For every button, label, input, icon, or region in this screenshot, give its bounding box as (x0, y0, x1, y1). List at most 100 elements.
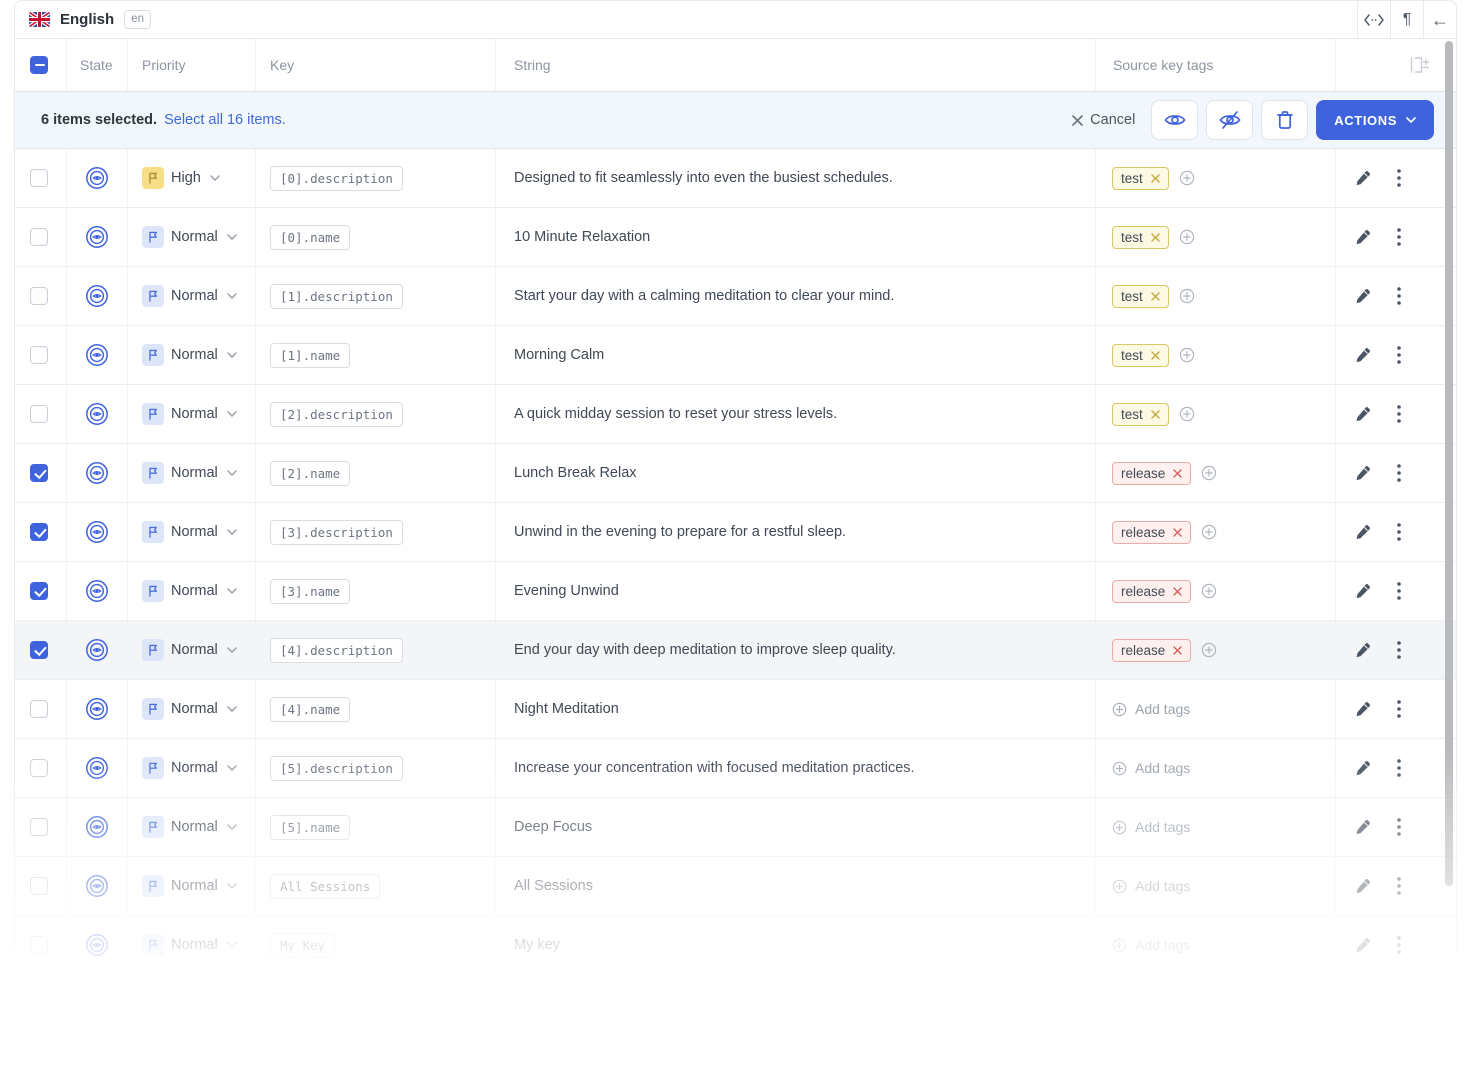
row-checkbox[interactable] (30, 405, 48, 423)
hide-selected-button[interactable] (1206, 100, 1253, 140)
column-header-state[interactable]: State (67, 39, 128, 91)
select-all-checkbox[interactable] (30, 56, 48, 74)
row-checkbox[interactable] (30, 464, 48, 482)
more-menu-icon[interactable] (1397, 759, 1401, 777)
tag-badge[interactable]: release (1112, 462, 1191, 485)
column-header-string[interactable]: String (496, 39, 1096, 91)
more-menu-icon[interactable] (1397, 287, 1401, 305)
tag-badge[interactable]: release (1112, 639, 1191, 662)
tag-badge[interactable]: test (1112, 285, 1169, 308)
pilcrow-icon[interactable]: ¶ (1390, 1, 1423, 38)
state-visible-icon[interactable] (84, 342, 110, 368)
key-badge[interactable]: [5].name (270, 815, 350, 840)
priority-label[interactable]: Normal (171, 347, 218, 363)
key-badge[interactable]: [3].description (270, 520, 403, 545)
edit-icon[interactable] (1354, 700, 1372, 718)
edit-icon[interactable] (1354, 523, 1372, 541)
more-menu-icon[interactable] (1397, 818, 1401, 836)
state-visible-icon[interactable] (84, 519, 110, 545)
remove-tag-icon[interactable] (1173, 528, 1182, 537)
column-header-key[interactable]: Key (256, 39, 496, 91)
row-checkbox[interactable] (30, 936, 48, 954)
tag-badge[interactable]: release (1112, 521, 1191, 544)
more-menu-icon[interactable] (1397, 582, 1401, 600)
edit-icon[interactable] (1354, 818, 1372, 836)
more-menu-icon[interactable] (1397, 228, 1401, 246)
key-badge[interactable]: [1].description (270, 284, 403, 309)
priority-label[interactable]: Normal (171, 524, 218, 540)
more-menu-icon[interactable] (1397, 346, 1401, 364)
more-menu-icon[interactable] (1397, 700, 1401, 718)
column-header-source-key-tags[interactable]: Source key tags (1096, 39, 1336, 91)
add-tag-icon[interactable] (1179, 170, 1195, 186)
key-badge[interactable]: [4].description (270, 638, 403, 663)
select-all-link[interactable]: Select all 16 items. (164, 112, 286, 128)
priority-label[interactable]: Normal (171, 937, 218, 953)
string-value[interactable]: Lunch Break Relax (514, 465, 637, 481)
inline-code-icon[interactable] (1357, 1, 1390, 38)
remove-tag-icon[interactable] (1173, 587, 1182, 596)
cancel-selection-button[interactable]: Cancel (1072, 112, 1135, 128)
string-value[interactable]: Evening Unwind (514, 583, 619, 599)
more-menu-icon[interactable] (1397, 523, 1401, 541)
state-visible-icon[interactable] (84, 932, 110, 958)
state-visible-icon[interactable] (84, 755, 110, 781)
row-checkbox[interactable] (30, 169, 48, 187)
key-badge[interactable]: [5].description (270, 756, 403, 781)
string-value[interactable]: My key (514, 937, 560, 953)
state-visible-icon[interactable] (84, 401, 110, 427)
edit-icon[interactable] (1354, 228, 1372, 246)
priority-label[interactable]: Normal (171, 288, 218, 304)
more-menu-icon[interactable] (1397, 405, 1401, 423)
add-tags-button[interactable]: Add tags (1112, 937, 1190, 953)
actions-button[interactable]: ACTIONS (1316, 100, 1434, 140)
back-arrow-icon[interactable]: ← (1423, 1, 1456, 38)
row-checkbox[interactable] (30, 759, 48, 777)
string-value[interactable]: Deep Focus (514, 819, 592, 835)
edit-icon[interactable] (1354, 405, 1372, 423)
row-checkbox[interactable] (30, 700, 48, 718)
string-value[interactable]: Designed to fit seamlessly into even the… (514, 170, 893, 186)
priority-label[interactable]: High (171, 170, 201, 186)
show-selected-button[interactable] (1151, 100, 1198, 140)
string-value[interactable]: A quick midday session to reset your str… (514, 406, 837, 422)
more-menu-icon[interactable] (1397, 936, 1401, 954)
add-tags-button[interactable]: Add tags (1112, 760, 1190, 776)
row-checkbox[interactable] (30, 641, 48, 659)
row-checkbox[interactable] (30, 287, 48, 305)
state-visible-icon[interactable] (84, 873, 110, 899)
state-visible-icon[interactable] (84, 165, 110, 191)
string-value[interactable]: End your day with deep meditation to imp… (514, 642, 896, 658)
state-visible-icon[interactable] (84, 283, 110, 309)
key-badge[interactable]: My Key (270, 933, 335, 958)
priority-label[interactable]: Normal (171, 583, 218, 599)
delete-selected-button[interactable] (1261, 100, 1308, 140)
state-visible-icon[interactable] (84, 814, 110, 840)
string-value[interactable]: All Sessions (514, 878, 593, 894)
more-menu-icon[interactable] (1397, 169, 1401, 187)
add-tag-icon[interactable] (1201, 583, 1217, 599)
priority-label[interactable]: Normal (171, 229, 218, 245)
state-visible-icon[interactable] (84, 224, 110, 250)
row-checkbox[interactable] (30, 346, 48, 364)
priority-label[interactable]: Normal (171, 465, 218, 481)
edit-icon[interactable] (1354, 877, 1372, 895)
string-value[interactable]: 10 Minute Relaxation (514, 229, 650, 245)
edit-icon[interactable] (1354, 464, 1372, 482)
add-tag-icon[interactable] (1179, 229, 1195, 245)
remove-tag-icon[interactable] (1151, 351, 1160, 360)
more-menu-icon[interactable] (1397, 877, 1401, 895)
remove-tag-icon[interactable] (1151, 410, 1160, 419)
tag-badge[interactable]: test (1112, 344, 1169, 367)
priority-label[interactable]: Normal (171, 406, 218, 422)
column-settings-icon[interactable] (1406, 55, 1430, 75)
add-tag-icon[interactable] (1201, 524, 1217, 540)
add-tag-icon[interactable] (1179, 347, 1195, 363)
key-badge[interactable]: [1].name (270, 343, 350, 368)
priority-label[interactable]: Normal (171, 819, 218, 835)
column-header-priority[interactable]: Priority (128, 39, 256, 91)
priority-label[interactable]: Normal (171, 701, 218, 717)
key-badge[interactable]: [3].name (270, 579, 350, 604)
tag-badge[interactable]: test (1112, 167, 1169, 190)
tag-badge[interactable]: release (1112, 580, 1191, 603)
